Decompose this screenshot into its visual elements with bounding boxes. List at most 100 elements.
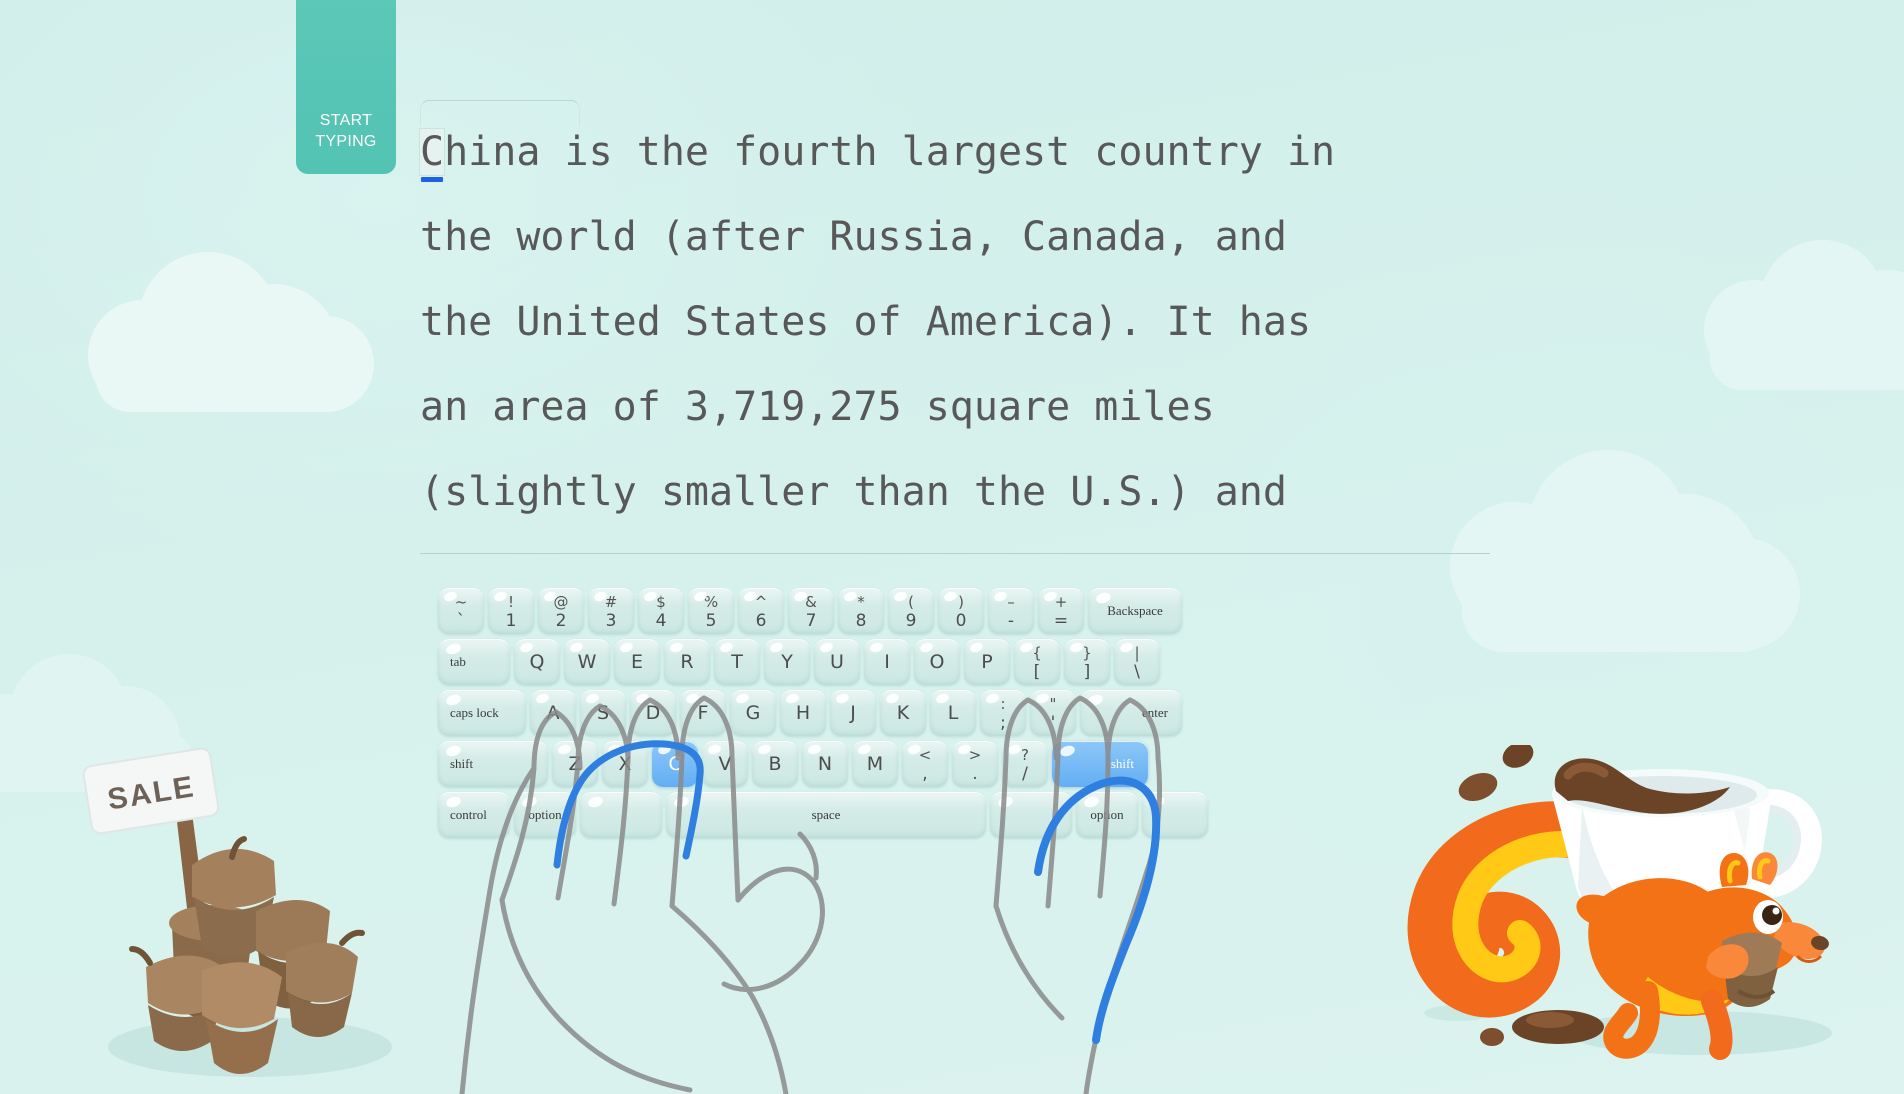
key-S[interactable]: S [580, 690, 626, 736]
key-N-label: N [817, 753, 833, 775]
key-J[interactable]: J [830, 690, 876, 736]
key-shift-right-label: shift [1110, 756, 1134, 771]
key-command-left[interactable] [580, 792, 662, 838]
key-semicolon[interactable]: :; [980, 690, 1026, 736]
key-4[interactable]: $4 [638, 588, 684, 634]
key-backslash[interactable]: | \ [1114, 639, 1160, 685]
key-bracketleft-label: [ [1033, 661, 1041, 682]
key-backtick-label: ` [456, 610, 466, 631]
key-M[interactable]: M [852, 741, 898, 787]
key-P[interactable]: P [964, 639, 1010, 685]
key-period[interactable]: >. [952, 741, 998, 787]
key-option-right-label: option [1090, 807, 1124, 822]
virtual-keyboard[interactable]: ~ `! 1 @2 #3 $4% 5 ^ 6 & 7 * 8(9) 0– - + = Backspace tab Q W… [438, 588, 1208, 843]
key-shift-right[interactable]: shift [1052, 741, 1148, 787]
key-6[interactable]: ^ 6 [738, 588, 784, 634]
key-slash[interactable]: ? / [1002, 741, 1048, 787]
key-E[interactable]: E [614, 639, 660, 685]
start-typing-button[interactable]: START TYPING [296, 0, 396, 174]
key-Y-label: Y [781, 651, 793, 673]
key-option-left-label: option [528, 807, 562, 822]
key-bottom-end[interactable] [1142, 792, 1208, 838]
key-control[interactable]: control [438, 792, 510, 838]
typing-line-2: the world (after Russia, Canada, and [420, 214, 1287, 260]
key-D-label: D [645, 702, 661, 724]
key-J-label: J [850, 702, 856, 724]
key-D[interactable]: D [630, 690, 676, 736]
key-equals[interactable]: + = [1038, 588, 1084, 634]
key-tab[interactable]: tab [438, 639, 510, 685]
key-backtick[interactable]: ~ ` [438, 588, 484, 634]
key-C-label: C [668, 753, 682, 775]
key-tab-label: tab [450, 654, 466, 669]
key-command-right[interactable] [990, 792, 1072, 838]
key-option-left[interactable]: option [514, 792, 576, 838]
key-bracketleft[interactable]: {[ [1014, 639, 1060, 685]
key-V-label: V [718, 753, 732, 775]
key-Z[interactable]: Z [552, 741, 598, 787]
key-R-label: R [680, 651, 694, 673]
key-option-right[interactable]: option [1076, 792, 1138, 838]
key-backslash-shift-label: | [1134, 643, 1140, 662]
key-C[interactable]: C [652, 741, 698, 787]
key-7[interactable]: & 7 [788, 588, 834, 634]
key-1[interactable]: ! 1 [488, 588, 534, 634]
key-9-shift-label: ( [908, 592, 914, 611]
key-U[interactable]: U [814, 639, 860, 685]
key-L[interactable]: L [930, 690, 976, 736]
key-B[interactable]: B [752, 741, 798, 787]
key-minus-shift-label: – [1007, 592, 1015, 611]
key-A[interactable]: A [530, 690, 576, 736]
key-3[interactable]: #3 [588, 588, 634, 634]
key-1-label: 1 [505, 610, 517, 631]
key-minus[interactable]: – - [988, 588, 1034, 634]
key-space[interactable]: space [666, 792, 986, 838]
key-F-label: F [697, 702, 709, 724]
key-W-label: W [577, 651, 597, 673]
key-bracketright-label: ] [1083, 661, 1091, 682]
key-5[interactable]: % 5 [688, 588, 734, 634]
key-slash-label: / [1022, 763, 1028, 784]
key-enter[interactable]: enter [1080, 690, 1182, 736]
key-R[interactable]: R [664, 639, 710, 685]
key-equals-label: = [1053, 610, 1069, 631]
key-9[interactable]: (9 [888, 588, 934, 634]
key-O[interactable]: O [914, 639, 960, 685]
key-U-label: U [830, 651, 844, 673]
key-T[interactable]: T [714, 639, 760, 685]
key-shift-left[interactable]: shift [438, 741, 548, 787]
key-backspace[interactable]: Backspace [1088, 588, 1182, 634]
start-typing-label-line1: START [319, 112, 373, 130]
key-S-label: S [596, 702, 610, 724]
key-0[interactable]: ) 0 [938, 588, 984, 634]
key-W[interactable]: W [564, 639, 610, 685]
key-comma[interactable]: <, [902, 741, 948, 787]
key-H[interactable]: H [780, 690, 826, 736]
key-2-label: 2 [555, 610, 567, 631]
key-N[interactable]: N [802, 741, 848, 787]
key-2[interactable]: @2 [538, 588, 584, 634]
key-V[interactable]: V [702, 741, 748, 787]
key-comma-shift-label: < [918, 745, 932, 764]
key-shift-left-label: shift [450, 756, 474, 771]
key-quote[interactable]: " ' [1030, 690, 1076, 736]
key-I[interactable]: I [864, 639, 910, 685]
key-Q-label: Q [529, 651, 545, 673]
key-X[interactable]: X [602, 741, 648, 787]
key-minus-label: - [1007, 610, 1015, 631]
key-Y[interactable]: Y [764, 639, 810, 685]
key-K[interactable]: K [880, 690, 926, 736]
key-8[interactable]: * 8 [838, 588, 884, 634]
key-F[interactable]: F [680, 690, 726, 736]
current-character-cursor: C [420, 129, 445, 175]
typing-text-panel[interactable]: China is the fourth largest country in t… [420, 100, 1490, 554]
key-I-label: I [884, 651, 890, 673]
key-Q[interactable]: Q [514, 639, 560, 685]
key-bracketright[interactable]: }] [1064, 639, 1110, 685]
key-G[interactable]: G [730, 690, 776, 736]
key-quote-shift-label: " [1049, 694, 1057, 713]
key-space-label: space [811, 807, 841, 822]
key-capslock[interactable]: caps lock [438, 690, 526, 736]
key-control-label: control [450, 807, 487, 822]
key-enter-label: enter [1142, 705, 1168, 720]
